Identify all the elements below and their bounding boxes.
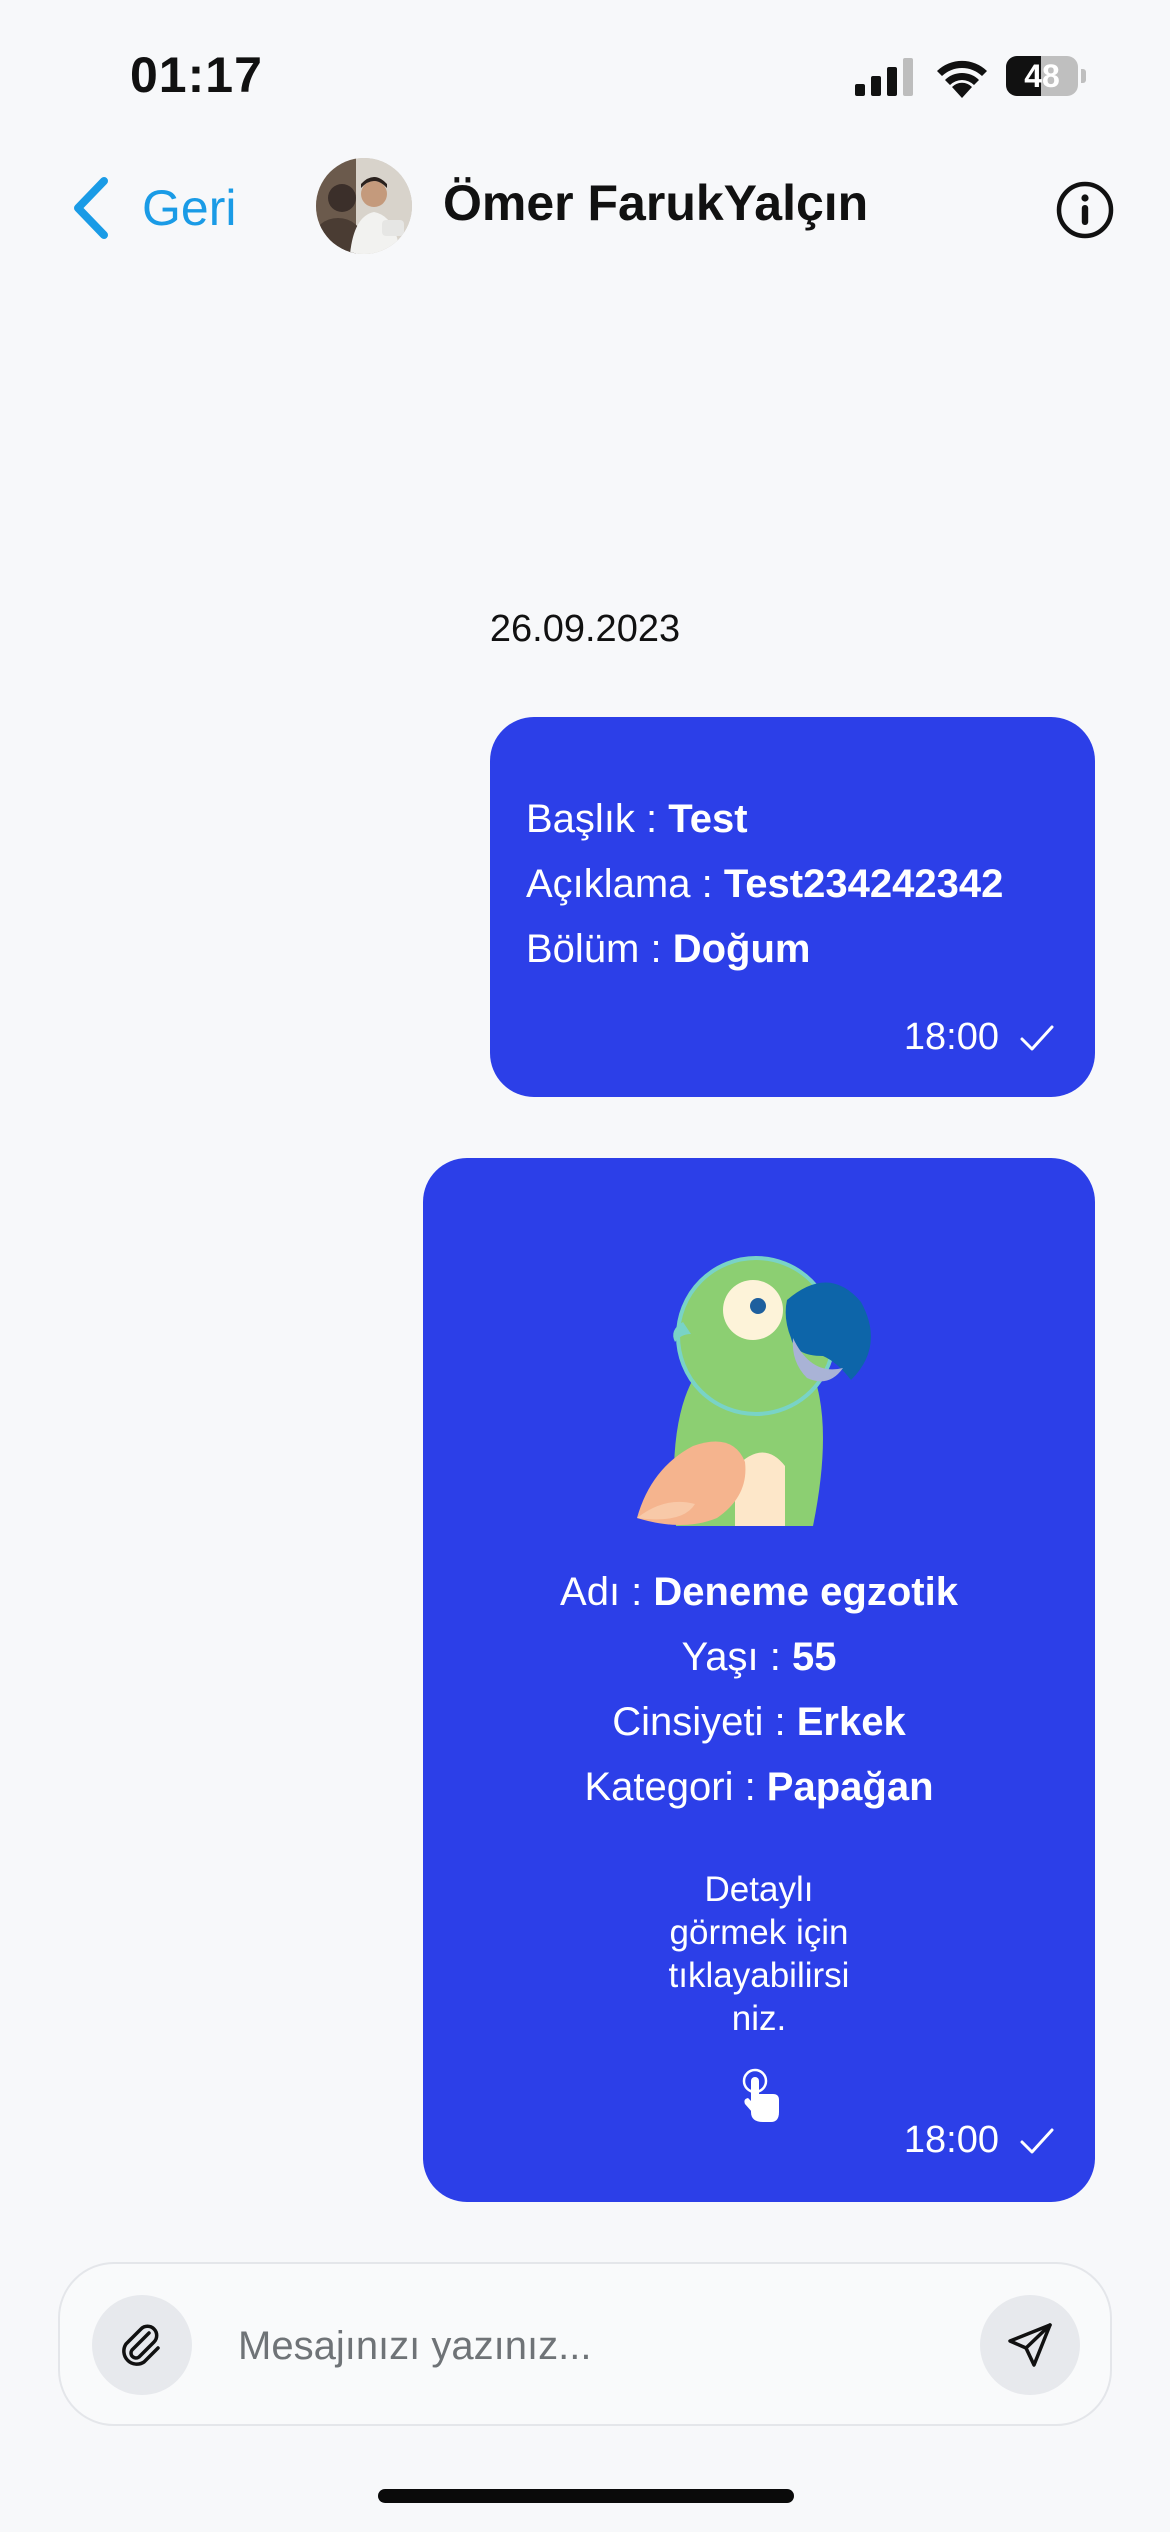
title-row: Başlık : Test: [526, 787, 1095, 852]
chevron-left-icon: [74, 177, 108, 239]
pet-gender-row: Cinsiyeti : Erkek: [423, 1690, 1095, 1755]
parrot-icon: [631, 1256, 891, 1530]
pet-age-label: Yaşı :: [681, 1635, 792, 1679]
battery-body: 48: [1006, 56, 1078, 96]
pet-age-row: Yaşı : 55: [423, 1625, 1095, 1690]
message-time: 18:00: [903, 1016, 999, 1058]
title-label: Başlık :: [526, 797, 669, 841]
department-row: Bölüm : Doğum: [526, 917, 1095, 982]
status-bar: 01:17 48: [0, 0, 1170, 150]
cellular-signal-icon: [855, 58, 913, 96]
department-label: Bölüm :: [526, 927, 673, 971]
message-bubble-pet-card[interactable]: Adı : Deneme egzotik Yaşı : 55 Cinsiyeti…: [423, 1158, 1095, 2202]
home-indicator[interactable]: [378, 2489, 794, 2503]
pet-name-row: Adı : Deneme egzotik: [423, 1560, 1095, 1625]
back-label: Geri: [142, 180, 237, 236]
message-time: 18:00: [903, 2119, 999, 2161]
pet-name-value: Deneme egzotik: [653, 1570, 958, 1614]
wifi-icon: [937, 60, 987, 98]
paperclip-icon: [122, 2324, 160, 2366]
detail-hint-line-2: görmek için: [669, 1913, 849, 1952]
detail-hint-line-4: niz.: [731, 1999, 787, 2038]
detail-hint-line-3: tıklayabilirsi: [668, 1956, 850, 1995]
description-value: Test234242342: [723, 862, 1004, 906]
pet-age-value: 55: [791, 1635, 837, 1679]
back-button[interactable]: Geri: [70, 168, 236, 248]
checkmark-icon: [1020, 2128, 1054, 2153]
pet-info: Adı : Deneme egzotik Yaşı : 55 Cinsiyeti…: [423, 1560, 1095, 1820]
pet-category-label: Kategori :: [584, 1765, 767, 1809]
message-bubble-request[interactable]: Başlık : Test Açıklama : Test234242342 B…: [490, 717, 1095, 1097]
pet-category-value: Papağan: [766, 1765, 934, 1809]
avatar-photo: [316, 158, 412, 254]
contact-name[interactable]: Ömer FarukYalçın: [443, 174, 868, 232]
pet-gender-value: Erkek: [796, 1700, 906, 1744]
battery-icon: 48: [1006, 56, 1086, 98]
message-input[interactable]: [236, 2304, 1000, 2388]
info-icon[interactable]: [1055, 180, 1115, 240]
department-value: Doğum: [672, 927, 811, 971]
pet-gender-label: Cinsiyeti :: [612, 1700, 797, 1744]
description-row: Açıklama : Test234242342: [526, 852, 1095, 917]
date-separator: 26.09.2023: [489, 608, 681, 650]
message-meta: 18:00: [904, 2119, 1055, 2162]
send-button[interactable]: [980, 2295, 1080, 2395]
attach-button[interactable]: [92, 2295, 192, 2395]
pet-name-label: Adı :: [560, 1570, 654, 1614]
tap-hand-icon[interactable]: [739, 2068, 783, 2124]
message-meta: 18:00: [904, 1016, 1055, 1059]
checkmark-icon: [1020, 1025, 1054, 1050]
pet-category-row: Kategori : Papağan: [423, 1755, 1095, 1820]
send-icon: [1008, 2323, 1052, 2367]
title-value: Test: [668, 797, 748, 841]
message-composer: [58, 2262, 1112, 2426]
avatar[interactable]: [316, 158, 412, 254]
navigation-bar: Geri Ömer FarukYalçın: [0, 150, 1170, 270]
battery-tip: [1081, 69, 1086, 83]
detail-hint-line-1: Detaylı: [704, 1870, 814, 1909]
description-label: Açıklama :: [526, 862, 724, 906]
detail-hint[interactable]: Detaylı görmek için tıklayabilirsi niz.: [423, 1868, 1095, 2040]
battery-level: 48: [1024, 58, 1060, 94]
status-time: 01:17: [130, 47, 263, 103]
